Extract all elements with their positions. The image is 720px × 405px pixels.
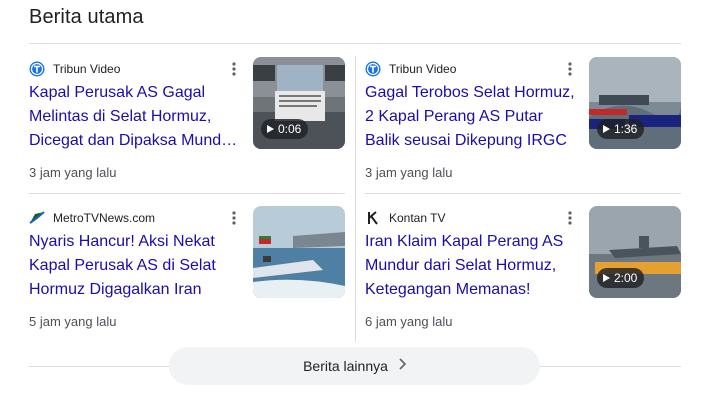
source-name: MetroTVNews.com — [53, 211, 156, 225]
column-divider — [355, 56, 356, 342]
video-duration-badge: 2:00 — [597, 268, 645, 288]
news-timestamp: 3 jam yang lalu — [365, 165, 453, 180]
news-headline[interactable]: Nyaris Hancur! Aksi Nekat Kapal Perusak … — [29, 230, 241, 302]
video-duration-badge: 0:06 — [261, 119, 309, 139]
news-source[interactable]: Tribun Video — [365, 60, 456, 78]
video-duration: 1:36 — [614, 122, 638, 136]
news-thumbnail[interactable] — [253, 206, 345, 298]
more-options-icon[interactable] — [561, 59, 579, 79]
top-divider — [29, 43, 681, 44]
play-icon — [267, 125, 274, 133]
news-card[interactable]: Tribun Video Kapal Perusak AS Gagal Meli… — [29, 57, 345, 205]
news-card[interactable]: Tribun Video Gagal Terobos Selat Hormuz,… — [365, 57, 681, 205]
news-thumbnail[interactable]: 0:06 — [253, 57, 345, 149]
more-news-button[interactable]: Berita lainnya — [169, 347, 540, 385]
news-card[interactable]: Kontan TV Iran Klaim Kapal Perang AS Mun… — [365, 206, 681, 354]
video-duration-badge: 1:36 — [597, 119, 645, 139]
news-timestamp: 3 jam yang lalu — [29, 165, 117, 180]
video-duration: 0:06 — [278, 122, 302, 136]
more-options-icon[interactable] — [225, 208, 243, 228]
source-name: Tribun Video — [389, 62, 457, 76]
play-icon — [603, 274, 610, 282]
news-source[interactable]: Kontan TV — [365, 209, 445, 227]
page-title: Berita utama — [29, 6, 144, 28]
metrotv-logo-icon — [29, 210, 45, 226]
tribun-logo-icon — [365, 61, 381, 77]
news-timestamp: 6 jam yang lalu — [365, 314, 453, 329]
more-options-icon[interactable] — [561, 208, 579, 228]
more-news-label: Berita lainnya — [303, 358, 388, 374]
news-headline[interactable]: Iran Klaim Kapal Perang AS Mundur dari S… — [365, 230, 577, 302]
tribun-logo-icon — [29, 61, 45, 77]
news-card[interactable]: MetroTVNews.com Nyaris Hancur! Aksi Neka… — [29, 206, 345, 354]
news-headline[interactable]: Gagal Terobos Selat Hormuz, 2 Kapal Pera… — [365, 81, 577, 153]
news-thumbnail[interactable]: 1:36 — [589, 57, 681, 149]
news-headline[interactable]: Kapal Perusak AS Gagal Melintas di Selat… — [29, 81, 241, 153]
news-thumbnail[interactable]: 2:00 — [589, 206, 681, 298]
kontan-logo-icon — [365, 210, 381, 226]
news-source[interactable]: MetroTVNews.com — [29, 209, 155, 227]
news-source[interactable]: Tribun Video — [29, 60, 120, 78]
video-duration: 2:00 — [614, 271, 638, 285]
more-options-icon[interactable] — [225, 59, 243, 79]
source-name: Tribun Video — [53, 62, 121, 76]
play-icon — [603, 125, 610, 133]
chevron-right-icon — [398, 357, 407, 375]
news-timestamp: 5 jam yang lalu — [29, 314, 117, 329]
source-name: Kontan TV — [389, 211, 446, 225]
